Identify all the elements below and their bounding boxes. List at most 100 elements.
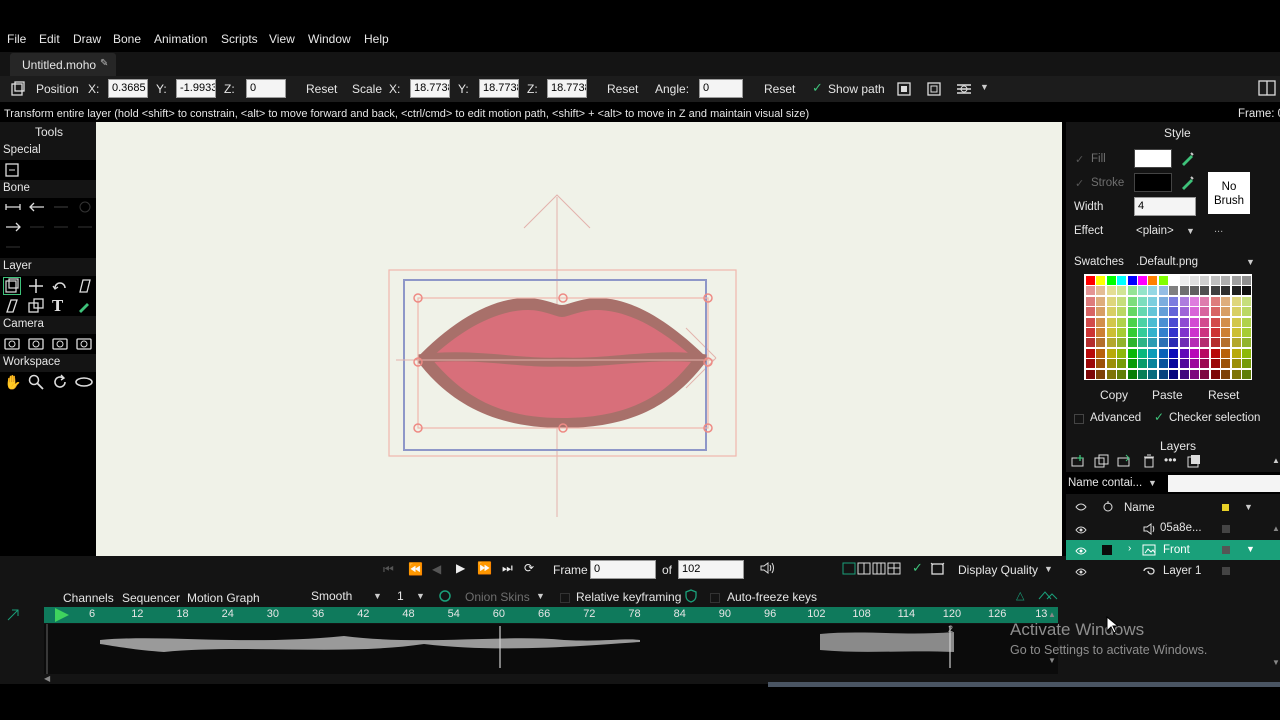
palette-swatch[interactable]	[1106, 307, 1116, 317]
palette-swatch[interactable]	[1127, 348, 1137, 358]
zoom-icon[interactable]	[28, 374, 44, 390]
palette-swatch[interactable]	[1200, 286, 1210, 296]
timeline-track[interactable]: 2	[44, 624, 1058, 674]
onion-skins-label[interactable]: Onion Skins	[465, 590, 530, 604]
palette-swatch[interactable]	[1221, 307, 1231, 317]
onion-skin-icon[interactable]	[438, 589, 452, 603]
palette-swatch[interactable]	[1106, 359, 1116, 369]
palette-swatch[interactable]	[1242, 369, 1251, 379]
position-reset-button[interactable]: Reset	[306, 82, 337, 96]
previous-frame-icon[interactable]: ◀	[432, 562, 441, 576]
palette-swatch[interactable]	[1210, 338, 1220, 348]
palette-swatch[interactable]	[1158, 369, 1168, 379]
roll-camera-icon[interactable]	[52, 336, 68, 350]
palette-swatch[interactable]	[1106, 328, 1116, 337]
scroll-up-icon[interactable]: ▲	[1272, 456, 1280, 465]
palette-swatch[interactable]	[1158, 338, 1168, 348]
loop-icon[interactable]: ⟳	[524, 561, 534, 575]
select-points-icon[interactable]	[4, 162, 20, 178]
palette-swatch[interactable]	[1096, 369, 1106, 379]
palette-swatch[interactable]	[1138, 328, 1147, 337]
menu-scripts[interactable]: Scripts	[221, 32, 258, 46]
tab-motion-graph[interactable]: Motion Graph	[187, 591, 260, 605]
width-input[interactable]: 4	[1134, 197, 1196, 216]
rotate-workspace-icon[interactable]	[52, 374, 68, 390]
palette-swatch[interactable]	[1221, 317, 1231, 327]
position-z-input[interactable]: 0	[246, 79, 286, 98]
palette-swatch[interactable]	[1179, 328, 1189, 337]
palette-swatch[interactable]	[1148, 338, 1158, 348]
effect-select[interactable]: <plain>	[1136, 225, 1174, 237]
palette-swatch[interactable]	[1242, 296, 1251, 306]
palette-swatch[interactable]	[1169, 286, 1179, 296]
palette-swatch[interactable]	[1210, 307, 1220, 317]
palette-swatch[interactable]	[1086, 286, 1095, 296]
palette-swatch[interactable]	[1127, 359, 1137, 369]
paste-style-button[interactable]: Paste	[1152, 388, 1183, 402]
quad-view-icon[interactable]	[887, 562, 901, 575]
palette-swatch[interactable]	[1127, 317, 1137, 327]
palette-swatch[interactable]	[1190, 296, 1199, 306]
text-tool-icon[interactable]: T	[52, 297, 63, 315]
palette-swatch[interactable]	[1138, 348, 1147, 358]
menu-draw[interactable]: Draw	[73, 32, 101, 46]
palette-swatch[interactable]	[1127, 328, 1137, 337]
auto-freeze-checkbox[interactable]	[710, 593, 720, 603]
shield-icon[interactable]	[685, 589, 697, 603]
palette-swatch[interactable]	[1117, 348, 1127, 358]
translate-bone-icon[interactable]	[28, 200, 46, 214]
layer-row[interactable]: 05a8e...	[1066, 519, 1280, 539]
palette-swatch[interactable]	[1148, 348, 1158, 358]
show-path-checkbox[interactable]: ✓	[812, 80, 823, 96]
checker-selection-checkbox[interactable]: ✓	[1154, 410, 1164, 424]
palette-swatch[interactable]	[1138, 369, 1147, 379]
palette-swatch[interactable]	[1231, 317, 1241, 327]
palette-swatch[interactable]	[1148, 286, 1158, 296]
effect-more-button[interactable]: ...	[1214, 223, 1223, 235]
palette-swatch[interactable]	[1148, 296, 1158, 306]
palette-swatch[interactable]	[1169, 317, 1179, 327]
palette-swatch[interactable]	[1210, 276, 1220, 285]
palette-swatch[interactable]	[1096, 348, 1106, 358]
palette-swatch[interactable]	[1127, 286, 1137, 296]
palette-swatch[interactable]	[1138, 307, 1147, 317]
palette-swatch[interactable]	[1221, 296, 1231, 306]
palette-swatch[interactable]	[1200, 359, 1210, 369]
split-view-icon[interactable]	[857, 562, 871, 575]
duplicate-layer-icon[interactable]	[1094, 454, 1110, 468]
pan-tilt-camera-icon[interactable]	[76, 336, 92, 350]
single-view-icon[interactable]	[842, 562, 856, 575]
palette-swatch[interactable]	[1086, 307, 1095, 317]
palette-swatch[interactable]	[1231, 359, 1241, 369]
fill-color-swatch[interactable]	[1134, 149, 1172, 168]
palette-swatch[interactable]	[1169, 338, 1179, 348]
palette-swatch[interactable]	[1231, 276, 1241, 285]
palette-swatch[interactable]	[1231, 369, 1241, 379]
palette-swatch[interactable]	[1096, 338, 1106, 348]
palette-swatch[interactable]	[1169, 276, 1179, 285]
reset-style-button[interactable]: Reset	[1208, 388, 1239, 402]
palette-swatch[interactable]	[1200, 338, 1210, 348]
timeline-zoom-icon[interactable]	[1038, 589, 1058, 601]
palette-swatch[interactable]	[1106, 338, 1116, 348]
palette-swatch[interactable]	[1190, 286, 1199, 296]
layer-menu-chevron-icon[interactable]: ▼	[1246, 544, 1255, 554]
palette-swatch[interactable]	[1127, 276, 1137, 285]
palette-swatch[interactable]	[1096, 359, 1106, 369]
menu-bone[interactable]: Bone	[113, 32, 141, 46]
palette-swatch[interactable]	[1242, 317, 1251, 327]
palette-swatch[interactable]	[1086, 296, 1095, 306]
layers-scroll-up-icon[interactable]: ▲	[1272, 524, 1280, 533]
palette-swatch[interactable]	[1086, 359, 1095, 369]
palette-swatch[interactable]	[1106, 276, 1116, 285]
palette-swatch[interactable]	[1242, 328, 1251, 337]
fill-checkbox[interactable]: ✓	[1075, 153, 1084, 166]
frame-view-icon[interactable]	[930, 561, 946, 577]
palette-swatch[interactable]	[1158, 307, 1168, 317]
palette-swatch[interactable]	[1127, 307, 1137, 317]
select-bone-icon[interactable]	[4, 200, 22, 214]
delete-layer-icon[interactable]	[1142, 454, 1156, 468]
eye-icon[interactable]	[1075, 567, 1087, 577]
palette-swatch[interactable]	[1210, 296, 1220, 306]
palette-swatch[interactable]	[1242, 348, 1251, 358]
